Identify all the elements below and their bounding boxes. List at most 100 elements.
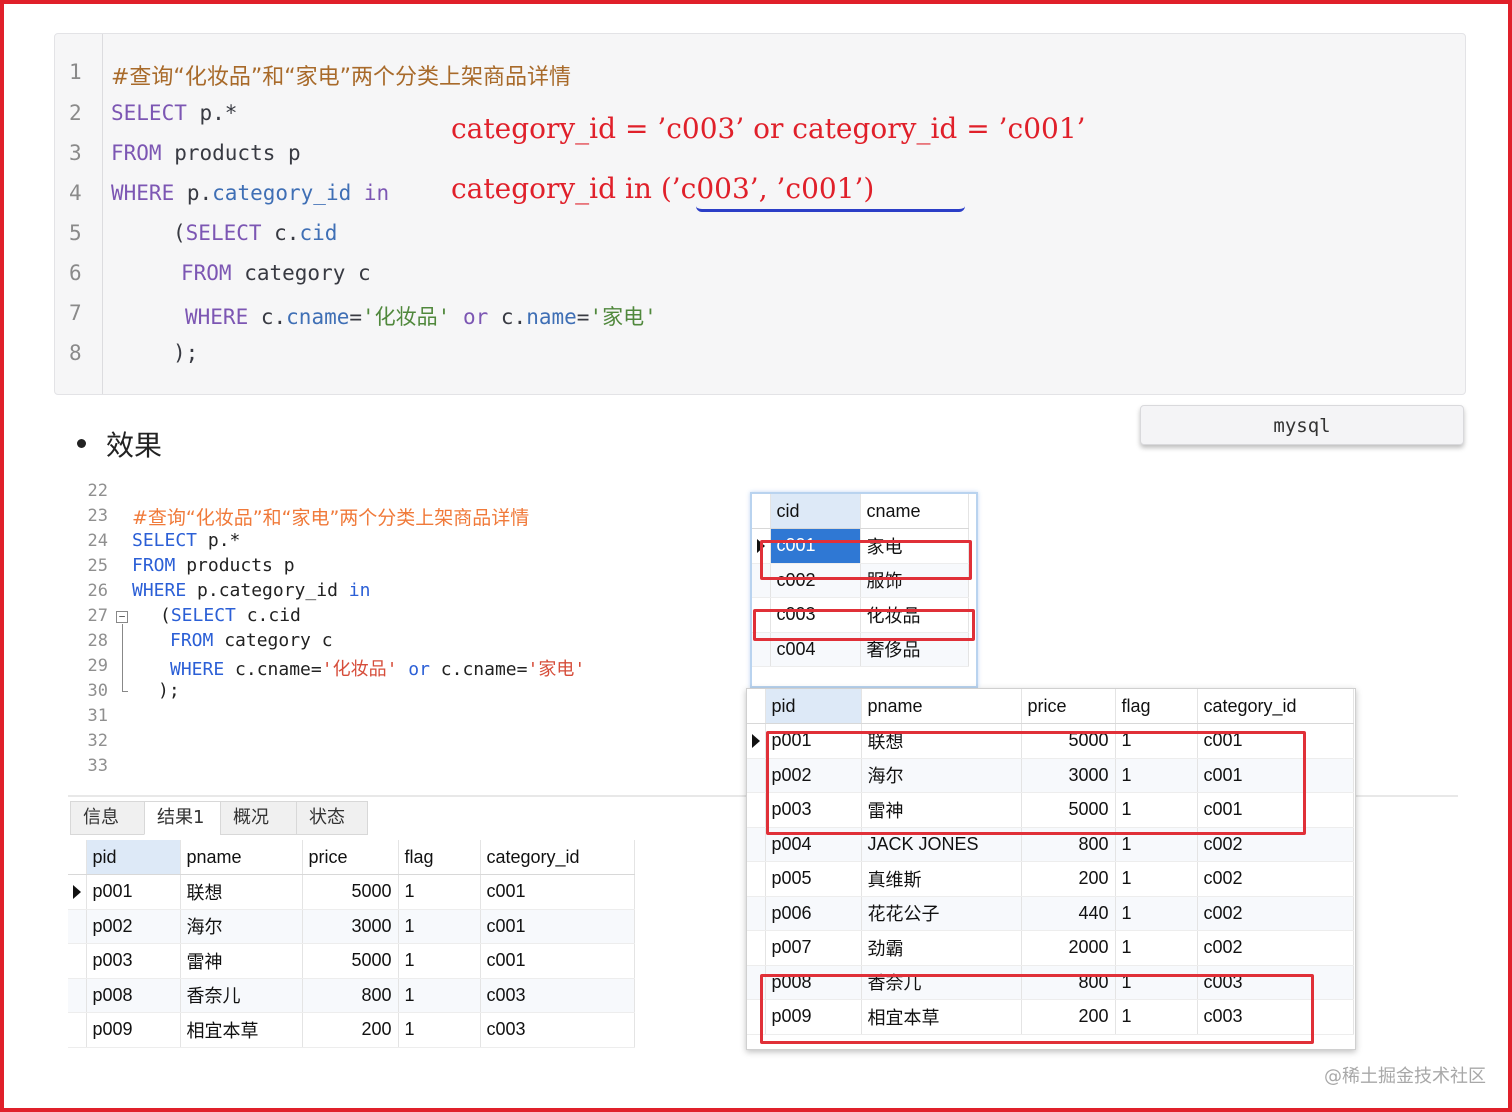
table-row[interactable]: p001 联想 5000 1 c001 — [68, 874, 635, 910]
grid-cell[interactable]: c003 — [480, 1012, 635, 1048]
line-number: 7 — [69, 301, 82, 325]
line-number: 23 — [87, 506, 108, 526]
grid-cell[interactable]: 真维斯 — [861, 861, 1022, 897]
column-header-cid[interactable]: cid — [770, 494, 861, 529]
sql-keyword: FROM — [111, 141, 162, 165]
grid-cell[interactable]: 440 — [1021, 896, 1116, 931]
tab-result1[interactable]: 结果1 — [144, 801, 222, 835]
code-text: p.* — [186, 101, 238, 125]
code-text: ( — [160, 605, 171, 626]
column-header-category-id[interactable]: category_id — [480, 840, 635, 875]
sql-keyword: WHERE — [132, 580, 187, 601]
table-row[interactable]: p009 相宜本草 200 1 c003 — [68, 1012, 635, 1048]
column-header-cname[interactable]: cname — [860, 494, 969, 529]
grid-cell[interactable]: 200 — [302, 1012, 399, 1048]
table-row[interactable]: p008 香奈儿 800 1 c003 — [68, 978, 635, 1013]
line-number: 29 — [87, 656, 108, 676]
sql-keyword: FROM — [181, 261, 232, 285]
tab-profile[interactable]: 概况 — [220, 801, 298, 835]
grid-cell[interactable]: 雷神 — [180, 943, 303, 979]
grid-cell[interactable]: 5000 — [302, 943, 399, 979]
tab-info[interactable]: 信息 — [70, 801, 146, 835]
sql-editor[interactable]: 22 23 24 25 26 27 28 29 30 31 32 33 − #查… — [66, 481, 746, 793]
annotation-or-condition: category_id = ’c003’ or category_id = ’c… — [451, 112, 1086, 145]
grid-cell[interactable]: 1 — [398, 874, 481, 910]
grid-cell[interactable]: c002 — [1197, 896, 1354, 931]
grid-cell[interactable]: 1 — [398, 943, 481, 979]
grid-cell[interactable]: 1 — [398, 1012, 481, 1048]
grid-cell[interactable]: p007 — [765, 930, 862, 966]
column-header-flag[interactable]: flag — [1115, 689, 1198, 724]
tab-status[interactable]: 状态 — [296, 801, 368, 835]
grid-cell[interactable]: 花花公子 — [861, 896, 1022, 931]
code-line: WHERE p.category_id in — [111, 181, 389, 205]
code-text: p.category_id — [186, 580, 349, 601]
grid-cell[interactable]: 海尔 — [180, 909, 303, 944]
column-header-pname[interactable]: pname — [180, 840, 303, 875]
grid-cell[interactable]: p003 — [86, 943, 181, 979]
editor-line: FROM category c — [170, 630, 333, 651]
table-row[interactable]: p003 雷神 5000 1 c001 — [68, 943, 635, 979]
column-header-category-id[interactable]: category_id — [1197, 689, 1354, 724]
grid-cell[interactable]: c001 — [480, 943, 635, 979]
grid-cell[interactable]: 1 — [398, 909, 481, 944]
grid-cell[interactable]: p006 — [765, 896, 862, 931]
grid-cell[interactable]: 3000 — [302, 909, 399, 944]
grid-cell[interactable]: 1 — [398, 978, 481, 1013]
language-select-button[interactable]: mysql — [1140, 405, 1464, 445]
code-line: SELECT p.* — [111, 101, 237, 125]
table-row[interactable]: p006 花花公子 440 1 c002 — [747, 896, 1354, 931]
grid-cell[interactable]: p008 — [86, 978, 181, 1013]
column-header-pname[interactable]: pname — [861, 689, 1022, 724]
grid-cell[interactable]: p002 — [86, 909, 181, 944]
row-indicator — [747, 689, 766, 724]
table-row[interactable]: p005 真维斯 200 1 c002 — [747, 861, 1354, 897]
grid-cell[interactable]: 800 — [302, 978, 399, 1013]
grid-cell[interactable]: 香奈儿 — [180, 978, 303, 1013]
row-indicator — [68, 840, 87, 875]
line-number: 2 — [69, 101, 82, 125]
grid-cell[interactable]: c001 — [480, 874, 635, 910]
grid-cell[interactable]: 1 — [1115, 896, 1198, 931]
grid-cell[interactable]: 联想 — [180, 874, 303, 910]
grid-cell[interactable]: c002 — [1197, 930, 1354, 966]
line-number: 4 — [69, 181, 82, 205]
column-header-pid[interactable]: pid — [765, 689, 862, 724]
line-number: 31 — [87, 706, 108, 726]
grid-cell[interactable]: 劲霸 — [861, 930, 1022, 966]
grid-cell[interactable]: c001 — [480, 909, 635, 944]
table-row[interactable]: p007 劲霸 2000 1 c002 — [747, 930, 1354, 966]
grid-cell[interactable]: 相宜本草 — [180, 1012, 303, 1048]
grid-cell[interactable]: 2000 — [1021, 930, 1116, 966]
editor-line: (SELECT c.cid — [160, 605, 301, 626]
editor-line: FROM products p — [132, 555, 295, 576]
line-number: 3 — [69, 141, 82, 165]
sql-keyword: in — [351, 181, 390, 205]
highlight-box-c003 — [753, 609, 975, 641]
grid-cell[interactable]: c003 — [480, 978, 635, 1013]
row-indicator — [68, 978, 87, 1013]
sql-keyword: or — [397, 659, 441, 680]
grid-cell[interactable]: p005 — [765, 861, 862, 897]
line-number: 5 — [69, 221, 82, 245]
code-text: c.cname= — [224, 659, 322, 680]
result-grid[interactable]: pid pname price flag category_id p001 联想 5… — [68, 840, 636, 1050]
grid-cell[interactable]: p001 — [86, 874, 181, 910]
grid-cell[interactable]: 1 — [1115, 930, 1198, 966]
fold-toggle-icon[interactable]: − — [116, 611, 128, 623]
grid-cell[interactable]: 5000 — [302, 874, 399, 910]
column-header-price[interactable]: price — [1021, 689, 1116, 724]
line-number-gutter: 1 2 3 4 5 6 7 8 — [55, 34, 103, 394]
grid-cell[interactable]: p009 — [86, 1012, 181, 1048]
table-row[interactable]: p002 海尔 3000 1 c001 — [68, 909, 635, 944]
category-grid[interactable]: cid cname c001 家电 c002 服饰 c003 化妆品 c004 奢侈品 — [750, 492, 978, 688]
line-number: 1 — [69, 60, 82, 84]
column-header-flag[interactable]: flag — [398, 840, 481, 875]
column-header-price[interactable]: price — [302, 840, 399, 875]
grid-cell[interactable]: c002 — [1197, 861, 1354, 897]
column-header-pid[interactable]: pid — [86, 840, 181, 875]
grid-cell[interactable]: 200 — [1021, 861, 1116, 897]
sql-keyword: WHERE — [185, 305, 249, 329]
code-text: c. — [248, 305, 287, 329]
grid-cell[interactable]: 1 — [1115, 861, 1198, 897]
